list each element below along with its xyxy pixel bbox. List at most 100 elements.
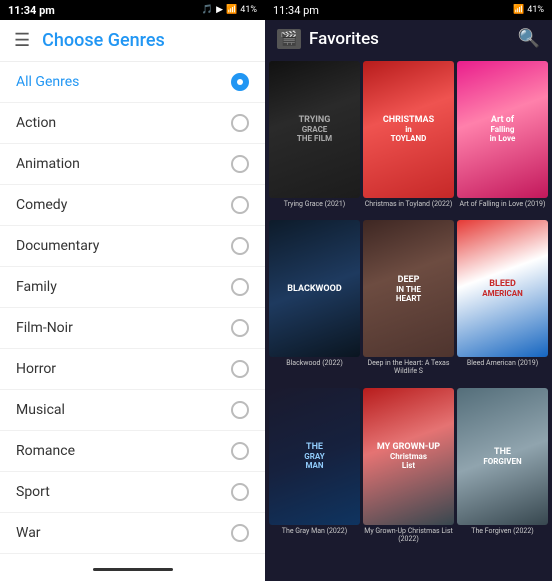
radio-horror	[231, 360, 249, 378]
radio-family	[231, 278, 249, 296]
movie-poster-art-falling-love: Art ofFallingin Love	[457, 61, 548, 198]
movie-poster-text-my-grown-up: MY GROWN-UPChristmasList	[363, 388, 454, 525]
radio-comedy	[231, 196, 249, 214]
movie-card-trying-grace[interactable]: TRYINGGRACETHE FILMTrying Grace (2021)	[269, 61, 360, 217]
movie-title-deep-heart: Deep in the Heart: A Texas Wildlife S	[363, 357, 454, 377]
movie-poster-deep-heart: DEEPIN THEHEART	[363, 220, 454, 357]
battery-icon-right: 41%	[527, 5, 544, 15]
movie-title-my-grown-up: My Grown-Up Christmas List (2022)	[363, 525, 454, 545]
movie-poster-text-gray-man: THEGRAYMAN	[269, 388, 360, 525]
movie-poster-text-art-falling-love: Art ofFallingin Love	[457, 61, 548, 198]
genre-label-family: Family	[16, 279, 57, 295]
genre-item-romance[interactable]: Romance	[0, 431, 265, 472]
youtube-icon: ▶	[216, 5, 223, 15]
movie-title-gray-man: The Gray Man (2022)	[269, 525, 360, 536]
genre-label-romance: Romance	[16, 443, 75, 459]
movie-title-bleed-american: Bleed American (2019)	[457, 357, 548, 368]
movie-title-forgiven: The Forgiven (2022)	[457, 525, 548, 536]
genre-item-action[interactable]: Action	[0, 103, 265, 144]
genre-item-war[interactable]: War	[0, 513, 265, 554]
genre-label-documentary: Documentary	[16, 238, 99, 254]
genre-item-sport[interactable]: Sport	[0, 472, 265, 513]
movie-poster-blackwood: BLACKWOOD	[269, 220, 360, 357]
genre-label-musical: Musical	[16, 402, 65, 418]
genre-label-film-noir: Film-Noir	[16, 320, 73, 336]
movie-card-christmas-toyland[interactable]: CHRISTMASinTOYLANDChristmas in Toyland (…	[363, 61, 454, 217]
signal-icon: 📶	[226, 5, 237, 15]
genre-label-war: War	[16, 525, 41, 541]
menu-icon[interactable]: ☰	[14, 30, 30, 51]
genre-panel: 11:34 pm 🎵 ▶ 📶 41% ☰ Choose Genres All G…	[0, 0, 265, 581]
movie-card-my-grown-up[interactable]: MY GROWN-UPChristmasListMy Grown-Up Chri…	[363, 388, 454, 553]
radio-documentary	[231, 237, 249, 255]
movie-title-christmas-toyland: Christmas in Toyland (2022)	[363, 198, 454, 209]
genre-label-comedy: Comedy	[16, 197, 67, 213]
movie-poster-text-christmas-toyland: CHRISTMASinTOYLAND	[363, 61, 454, 198]
bluetooth-icon: 🎵	[202, 5, 213, 15]
genre-item-documentary[interactable]: Documentary	[0, 226, 265, 267]
genre-panel-title: Choose Genres	[42, 30, 165, 51]
genre-header: ☰ Choose Genres	[0, 20, 265, 62]
movie-poster-gray-man: THEGRAYMAN	[269, 388, 360, 525]
movie-poster-text-trying-grace: TRYINGGRACETHE FILM	[269, 61, 360, 198]
movie-card-forgiven[interactable]: THEFORGIVENThe Forgiven (2022)	[457, 388, 548, 553]
movie-card-deep-heart[interactable]: DEEPIN THEHEARTDeep in the Heart: A Texa…	[363, 220, 454, 385]
favorites-title: Favorites	[309, 29, 379, 49]
nav-indicator-left	[93, 568, 173, 571]
radio-romance	[231, 442, 249, 460]
search-icon[interactable]: 🔍	[518, 28, 540, 49]
movie-poster-trying-grace: TRYINGGRACETHE FILM	[269, 61, 360, 198]
movie-card-blackwood[interactable]: BLACKWOODBlackwood (2022)	[269, 220, 360, 385]
app-container: 11:34 pm 🎵 ▶ 📶 41% ☰ Choose Genres All G…	[0, 0, 552, 581]
favorites-header: 🎬 Favorites 🔍	[265, 20, 552, 57]
radio-musical	[231, 401, 249, 419]
radio-all	[231, 73, 249, 91]
genre-label-animation: Animation	[16, 156, 80, 172]
time-left: 11:34 pm	[8, 4, 55, 17]
signal-icon-right: 📶	[513, 5, 524, 15]
radio-action	[231, 114, 249, 132]
film-icon: 🎬	[277, 29, 301, 49]
radio-film-noir	[231, 319, 249, 337]
genre-label-action: Action	[16, 115, 56, 131]
radio-animation	[231, 155, 249, 173]
radio-war	[231, 524, 249, 542]
movie-poster-bleed-american: BLEEDAMERICAN	[457, 220, 548, 357]
genre-item-musical[interactable]: Musical	[0, 390, 265, 431]
movie-poster-text-deep-heart: DEEPIN THEHEART	[363, 220, 454, 357]
battery-icon: 41%	[240, 5, 257, 15]
movie-card-gray-man[interactable]: THEGRAYMANThe Gray Man (2022)	[269, 388, 360, 553]
status-bar-right: 11:34 pm 📶 41%	[265, 0, 552, 20]
genre-label-horror: Horror	[16, 361, 56, 377]
movie-poster-text-forgiven: THEFORGIVEN	[457, 388, 548, 525]
genre-item-all[interactable]: All Genres	[0, 62, 265, 103]
movie-poster-text-blackwood: BLACKWOOD	[269, 220, 360, 357]
movie-poster-forgiven: THEFORGIVEN	[457, 388, 548, 525]
genre-item-family[interactable]: Family	[0, 267, 265, 308]
movie-title-art-falling-love: Art of Falling in Love (2019)	[457, 198, 548, 209]
movie-title-blackwood: Blackwood (2022)	[269, 357, 360, 368]
header-left-group: 🎬 Favorites	[277, 29, 379, 49]
time-right: 11:34 pm	[273, 4, 319, 17]
movies-grid: TRYINGGRACETHE FILMTrying Grace (2021)CH…	[265, 57, 552, 557]
genre-item-film-noir[interactable]: Film-Noir	[0, 308, 265, 349]
radio-sport	[231, 483, 249, 501]
movie-title-trying-grace: Trying Grace (2021)	[269, 198, 360, 209]
genre-label-all: All Genres	[16, 74, 79, 90]
status-icons-left: 🎵 ▶ 📶 41%	[202, 5, 257, 15]
movie-card-art-falling-love[interactable]: Art ofFallingin LoveArt of Falling in Lo…	[457, 61, 548, 217]
movie-poster-my-grown-up: MY GROWN-UPChristmasList	[363, 388, 454, 525]
favorites-panel: 11:34 pm 📶 41% 🎬 Favorites 🔍 TRYINGGRACE…	[265, 0, 552, 581]
status-icons-right: 📶 41%	[513, 5, 544, 15]
genre-item-horror[interactable]: Horror	[0, 349, 265, 390]
nav-bar-right	[265, 557, 552, 581]
genre-item-comedy[interactable]: Comedy	[0, 185, 265, 226]
movie-card-bleed-american[interactable]: BLEEDAMERICANBleed American (2019)	[457, 220, 548, 385]
genre-label-sport: Sport	[16, 484, 50, 500]
status-bar-left: 11:34 pm 🎵 ▶ 📶 41%	[0, 0, 265, 20]
nav-bar-left	[0, 557, 265, 581]
movie-poster-text-bleed-american: BLEEDAMERICAN	[457, 220, 548, 357]
genre-item-animation[interactable]: Animation	[0, 144, 265, 185]
genre-list: All Genres Action Animation Comedy Documenta…	[0, 62, 265, 557]
movie-poster-christmas-toyland: CHRISTMASinTOYLAND	[363, 61, 454, 198]
